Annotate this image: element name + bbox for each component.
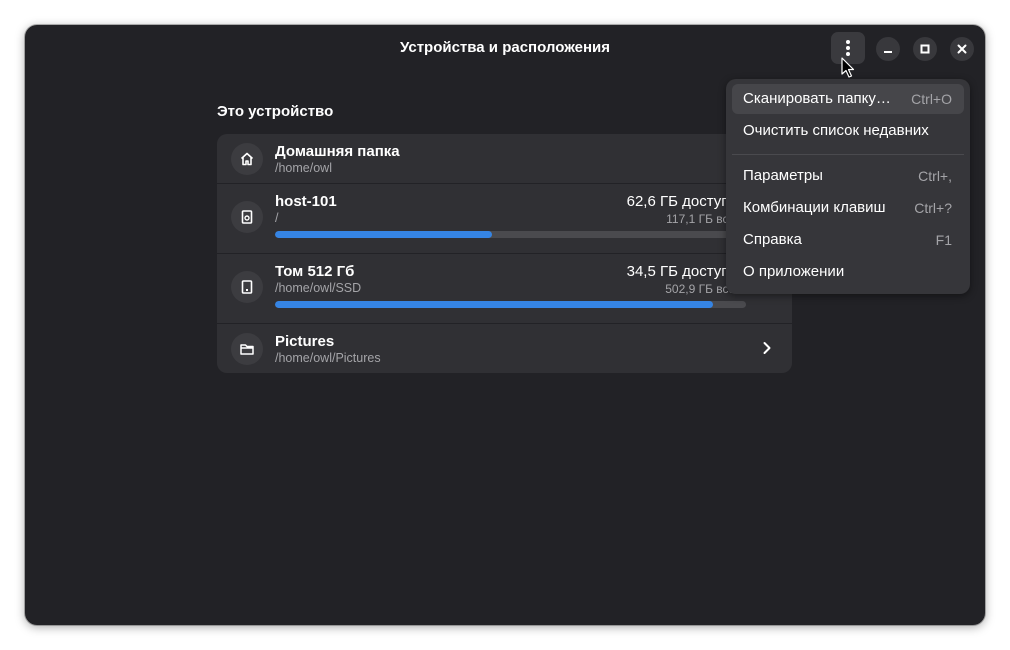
menu-separator — [732, 154, 964, 155]
app-window: Устройства и расположения Это устройство… — [25, 25, 985, 625]
menu-item-keyboard-shortcuts[interactable]: Комбинации клавиш Ctrl+? — [732, 193, 964, 223]
usage-bar — [275, 231, 746, 238]
place-name: Домашняя папка — [275, 143, 400, 160]
maximize-icon — [920, 44, 930, 54]
menu-item-preferences[interactable]: Параметры Ctrl+, — [732, 161, 964, 191]
place-name: Pictures — [275, 333, 335, 350]
drive-icon — [231, 201, 263, 233]
place-path: /home/owl — [275, 161, 332, 175]
menu-item-label: Комбинации клавиш — [743, 199, 886, 216]
folder-icon — [231, 333, 263, 365]
menu-item-shortcut: F1 — [935, 232, 952, 248]
main-menu-popover: Сканировать папку… Ctrl+O Очистить списо… — [726, 79, 970, 294]
menu-item-label: О приложении — [743, 263, 845, 280]
menu-item-label: Справка — [743, 231, 802, 248]
menu-item-shortcut: Ctrl+, — [918, 168, 952, 184]
menu-item-scan-folder[interactable]: Сканировать папку… Ctrl+O — [732, 84, 964, 114]
section-title: Это устройство — [217, 103, 334, 120]
menu-item-label: Параметры — [743, 167, 823, 184]
place-path: /home/owl/Pictures — [275, 351, 381, 365]
list-item-home[interactable]: Домашняя папка /home/owl — [217, 134, 792, 184]
minimize-button[interactable] — [876, 37, 900, 61]
usage-bar — [275, 301, 746, 308]
usage-bar-fill — [275, 301, 714, 308]
usage-bar-fill — [275, 231, 492, 238]
list-item-volume[interactable]: Том 512 Гб /home/owl/SSD 34,5 ГБ доступн… — [217, 254, 792, 324]
place-path: /home/owl/SSD — [275, 281, 362, 295]
close-icon — [957, 44, 967, 54]
minimize-icon — [884, 51, 892, 53]
menu-item-help[interactable]: Справка F1 — [732, 225, 964, 255]
vertical-dots-icon — [846, 40, 850, 56]
menu-item-label: Сканировать папку… — [743, 90, 891, 107]
menu-item-label: Очистить список недавних — [743, 122, 929, 139]
main-content: Это устройство Домашняя папка /home/owl — [217, 95, 792, 373]
menu-item-clear-recent[interactable]: Очистить список недавних — [732, 116, 964, 146]
menu-item-about[interactable]: О приложении — [732, 257, 964, 287]
place-path: / — [275, 211, 279, 225]
volume-icon — [231, 271, 263, 303]
menu-item-shortcut: Ctrl+O — [911, 91, 952, 107]
mouse-cursor-icon — [841, 57, 855, 78]
chevron-right-icon — [763, 342, 771, 354]
list-item-pictures[interactable]: Pictures /home/owl/Pictures — [217, 324, 792, 373]
place-name: Том 512 Гб — [275, 263, 355, 280]
menu-item-shortcut: Ctrl+? — [914, 200, 952, 216]
home-icon — [231, 143, 263, 175]
close-button[interactable] — [950, 37, 974, 61]
list-item-host[interactable]: host-101 / 62,6 ГБ доступно 117,1 ГБ все… — [217, 184, 792, 254]
places-list: Домашняя папка /home/owl host-101 / 62,6… — [217, 134, 792, 373]
maximize-button[interactable] — [913, 37, 937, 61]
place-name: host-101 — [275, 193, 337, 210]
